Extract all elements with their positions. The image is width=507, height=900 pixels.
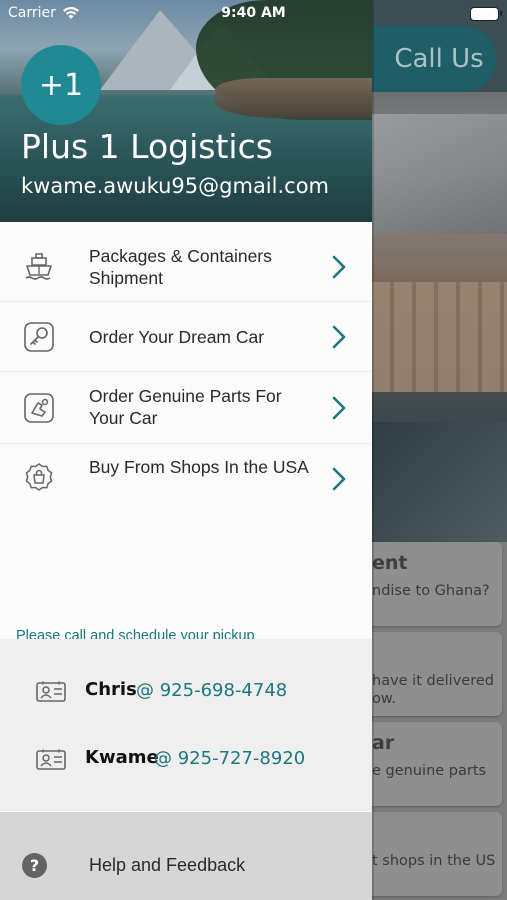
avatar-text: +1 — [38, 67, 84, 103]
navigation-drawer: +1 Plus 1 Logistics kwame.awuku95@gmail.… — [0, 0, 372, 900]
menu-item-dream-car[interactable]: Order Your Dream Car — [0, 302, 372, 372]
battery-icon — [470, 7, 502, 21]
menu-item-label: Buy From Shops In the USA — [89, 457, 309, 477]
service-card-desc: e genuine parts — [372, 763, 487, 779]
service-card-desc: ow. — [372, 691, 397, 707]
service-card-shops[interactable]: t shops in the US — [372, 812, 502, 896]
menu-item-label: Packages & Containers Shipment — [89, 246, 272, 288]
drawer-menu: Packages & Containers Shipment Order You… — [0, 232, 372, 514]
chevron-right-icon — [332, 467, 346, 491]
drawer-edge-shadow — [372, 0, 374, 900]
help-label: Help and Feedback — [89, 855, 246, 875]
airplane-image-part — [372, 114, 507, 234]
cargo-image-part — [372, 282, 507, 392]
contact-row-kwame[interactable]: Kwame @ 925-727-8920 — [0, 731, 372, 791]
service-card-title: ar — [372, 732, 395, 754]
drawer-header: +1 Plus 1 Logistics kwame.awuku95@gmail.… — [0, 0, 372, 222]
menu-item-shops-usa[interactable]: Buy From Shops In the USA — [0, 444, 372, 514]
contact-name: Kwame — [85, 747, 159, 768]
car-part-icon — [24, 393, 54, 423]
contact-card-icon — [36, 749, 66, 770]
avatar[interactable]: +1 — [21, 45, 101, 125]
hero-image — [372, 92, 507, 542]
contact-card-icon — [36, 681, 66, 702]
call-us-button[interactable]: Call Us — [372, 26, 496, 92]
call-us-label: Call Us — [394, 44, 484, 74]
car-key-icon — [24, 322, 54, 352]
contact-phone-link[interactable]: @ 925-698-4748 — [136, 680, 287, 701]
help-feedback-item[interactable]: ? Help and Feedback — [0, 812, 372, 900]
header-rocks — [215, 78, 372, 118]
shopping-badge-icon — [25, 463, 53, 491]
menu-item-packages-shipment[interactable]: Packages & Containers Shipment — [0, 232, 372, 302]
service-card-desc: have it delivered — [372, 673, 494, 689]
user-email: kwame.awuku95@gmail.com — [21, 174, 330, 198]
menu-item-genuine-parts[interactable]: Order Genuine Parts For Your Car — [0, 372, 372, 444]
service-card-desc: ndise to Ghana? — [372, 583, 490, 599]
status-bar: Carrier 9:40 AM — [0, 0, 507, 28]
loader-image-part — [372, 422, 507, 542]
clock: 9:40 AM — [221, 5, 286, 21]
app-name: Plus 1 Logistics — [21, 127, 273, 166]
help-question-icon: ? — [22, 853, 47, 878]
service-card-desc: t shops in the US — [372, 853, 496, 869]
contacts-section: Chris @ 925-698-4748 Kwame @ 925-727-892… — [0, 639, 372, 811]
contact-row-chris[interactable]: Chris @ 925-698-4748 — [0, 663, 372, 723]
service-card-parts[interactable]: ar e genuine parts — [372, 722, 502, 806]
menu-item-label: Order Your Dream Car — [89, 327, 265, 347]
contact-name: Chris — [85, 679, 137, 700]
service-card-title: ent — [372, 552, 408, 574]
ship-icon — [25, 253, 52, 280]
service-card-car[interactable]: have it delivered ow. — [372, 632, 502, 716]
contact-phone-link[interactable]: @ 925-727-8920 — [154, 748, 305, 769]
chevron-right-icon — [332, 396, 346, 420]
service-card-shipment[interactable]: ent ndise to Ghana? — [372, 542, 502, 626]
chevron-right-icon — [332, 325, 346, 349]
chevron-right-icon — [332, 255, 346, 279]
menu-item-label: Order Genuine Parts For Your Car — [89, 386, 282, 428]
